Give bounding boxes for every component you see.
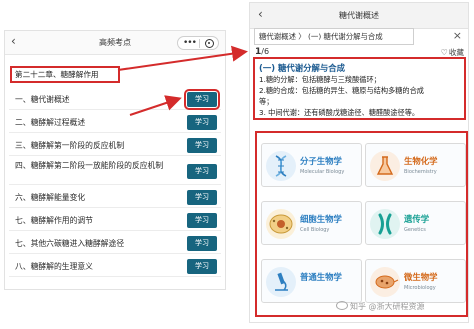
section-label: 二、糖酵解过程概述 [15,118,86,127]
section-label: 七、其他六碳糖进入糖酵解途径 [15,239,125,248]
dna-icon [266,151,296,181]
breadcrumb[interactable]: 糖代谢概述 〉 (一) 糖代谢分解与合成 [254,28,414,45]
subject-card[interactable]: 遗传学 Genetics [365,201,466,245]
right-page-title: 糖代谢概述 [339,11,379,20]
section-row: 八、糖酵解的生理意义 学习 [9,256,221,277]
subject-name: 普通生物学 [300,272,342,282]
page-indicator: 1/6 [255,47,269,57]
content-card: (一) 糖代谢分解与合成 1.糖的分解：包括糖酵与三羧酸循环； 2.糖的合成：包… [253,57,466,120]
capsule-divider [199,39,200,48]
section-label: 一、糖代谢概述 [15,95,70,104]
subject-card[interactable]: 细胞生物学 Cell Biology [261,201,362,245]
right-nav-bar: ‹ 糖代谢概述 [250,3,468,29]
left-nav-bar: ‹ 高频考点 ••• [5,31,225,55]
page-total: /6 [261,47,270,56]
study-button[interactable]: 学习 [187,236,217,251]
subject-name: 细胞生物学 [300,214,342,224]
study-button[interactable]: 学习 [187,213,217,228]
subject-card[interactable]: 分子生物学 Molecular Biology [261,143,362,187]
study-button[interactable]: 学习 [187,164,217,179]
heart-icon: ♡ [440,48,448,57]
cell-icon [266,209,296,239]
section-row: 三、糖酵解第一阶段的反应机制 学习 [9,135,221,156]
section-label: 六、糖酵解能量变化 [15,193,86,202]
subject-card[interactable]: 普通生物学 [261,259,362,303]
study-button[interactable]: 学习 [187,138,217,153]
subject-english: Genetics [404,227,426,233]
section-row: 一、糖代谢概述 学习 [9,89,221,110]
content-line: 3. 中间代谢：还有磷酸戊糖途径、糖醛酸途径等。 [259,108,420,117]
content-heading: (一) 糖代谢分解与合成 [259,63,345,73]
study-button[interactable]: 学习 [187,115,217,130]
favorite-label: 收藏 [448,48,464,57]
section-row: 七、其他六碳糖进入糖酵解途径 学习 [9,233,221,254]
study-button[interactable]: 学习 [187,190,217,205]
study-button[interactable]: 学习 [187,259,217,274]
subject-english: Cell Biology [300,227,330,233]
microscope-icon [266,267,296,297]
chapter-heading: 第二十二章、糖酵解作用 [10,66,120,83]
section-row: 六、糖酵解能量变化 学习 [9,187,221,208]
section-label: 八、糖酵解的生理意义 [15,262,93,271]
section-row: 二、糖酵解过程概述 学习 [9,112,221,133]
more-icon[interactable]: ••• [183,37,197,49]
subject-card[interactable]: 生物化学 Biochemistry [365,143,466,187]
close-miniprogram-icon[interactable] [205,39,214,48]
subject-grid: 分子生物学 Molecular Biology 生物化学 Biochemistr… [255,131,468,317]
subject-name: 微生物学 [404,272,438,282]
subject-english: Molecular Biology [300,169,345,175]
subject-name: 分子生物学 [300,156,342,166]
watermark: 知乎 @浙大研程资源 [336,301,425,312]
section-label: 七、糖酵解作用的调节 [15,216,93,225]
subject-english: Biochemistry [404,169,437,175]
microbe-icon [370,267,400,297]
subject-card[interactable]: 微生物学 Microbiology [365,259,466,303]
miniprogram-capsule[interactable]: ••• [177,36,219,50]
subject-english: Microbiology [404,285,436,291]
content-line: 2.糖的合成：包括糖的异生、糖原与结构多糖的合成 [259,86,424,95]
content-line: 等； [259,97,274,106]
section-label: 三、糖酵解第一阶段的反应机制 [15,141,125,150]
section-label: 四、糖酵解第二阶段一放能阶段的反应机制 [15,161,164,170]
section-detail-screen: ‹ 糖代谢概述 糖代谢概述 〉 (一) 糖代谢分解与合成 × 1/6 ♡收藏 (… [249,2,469,323]
zhihu-logo-icon [336,301,348,310]
study-button[interactable]: 学习 [184,89,220,110]
watermark-text: 知乎 @浙大研程资源 [350,302,425,311]
chromosome-icon [370,209,400,239]
section-row: 七、糖酵解作用的调节 学习 [9,210,221,231]
subject-name: 生物化学 [404,156,438,166]
section-row: 四、糖酵解第二阶段一放能阶段的反应机制 学习 [9,158,221,185]
close-icon[interactable]: × [453,29,462,42]
flask-icon [370,151,400,181]
chapter-list-screen: ‹ 高频考点 ••• 第二十二章、糖酵解作用 一、糖代谢概述 学习 二、糖酵解过… [4,30,226,290]
subject-name: 遗传学 [404,214,430,224]
content-line: 1.糖的分解：包括糖酵与三羧酸循环； [259,75,381,84]
